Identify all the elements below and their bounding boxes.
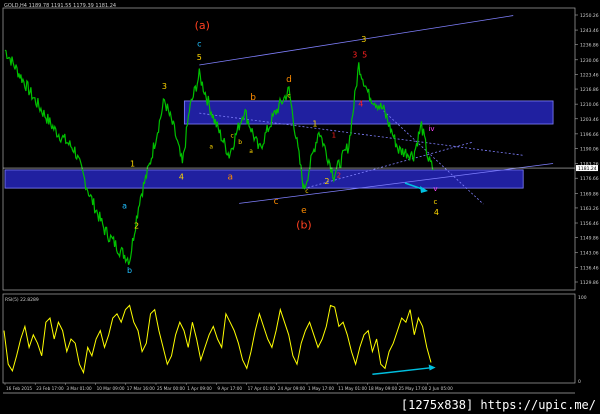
x-tick-label: 1 May 17:00 (308, 386, 334, 391)
wave-label: b (250, 93, 256, 103)
wave-label: b (127, 266, 132, 275)
wave-label: c (287, 93, 290, 100)
x-tick-label: 18 May 09:00 (368, 386, 397, 391)
wave-label: 4 (179, 173, 184, 182)
y-tick-label: 1169.86 (580, 191, 599, 197)
wave-label: 2 (134, 221, 139, 230)
y-tick-label: 1196.66 (580, 132, 599, 138)
x-tick-label: 24 Apr 09:00 (278, 386, 306, 391)
wave-label: a (249, 148, 253, 155)
wave-label: b (238, 139, 242, 146)
x-tick-label: 16 Feb 2015 (6, 386, 32, 391)
wave-label: 1 (312, 119, 317, 128)
y-tick-label: 1210.06 (580, 102, 599, 108)
y-tick-label: 1143.06 (580, 251, 599, 257)
wave-label: 3 (352, 51, 357, 60)
main-pane-frame (2, 7, 576, 291)
wave-label: 5 (362, 51, 367, 60)
y-tick-label: 1163.26 (580, 206, 599, 212)
x-tick-label: 3 Mar 01:00 (66, 386, 92, 391)
x-tick-label: 10 Mar 09:00 (97, 386, 125, 391)
y-tick-label: 1156.46 (580, 221, 599, 227)
wave-label: 2 (337, 171, 341, 179)
y-tick-label: 1136.46 (580, 265, 599, 271)
y-tick-label: 1230.06 (580, 58, 599, 64)
price-line (4, 49, 434, 265)
wave-label: iv (428, 125, 434, 133)
wave-label: (b) (296, 218, 312, 231)
x-tick-label: 11 May 01:00 (338, 386, 367, 391)
y-tick-label: 1223.46 (580, 72, 599, 78)
y-tick-label: 1190.06 (580, 147, 599, 153)
y-tick-label: 1243.46 (580, 28, 599, 34)
y-tick-label: 1250.26 (580, 13, 599, 19)
wave-label: a (209, 144, 213, 151)
x-tick-label: 23 Feb 17:00 (36, 386, 64, 391)
rsi-label: RSI(5) 22.8289 (5, 297, 39, 303)
x-tick-label: 2 Jun 05:00 (429, 386, 453, 391)
wave-label: 5 (197, 53, 202, 62)
y-tick-label: 1176.66 (580, 176, 599, 182)
wave-label: 1 (332, 132, 336, 140)
x-tick-label: 1 Apr 09:00 (187, 386, 212, 391)
wave-label: c (434, 198, 438, 206)
x-tick-label: 17 Apr 01:00 (248, 386, 276, 391)
wave-label: c (274, 197, 279, 207)
x-tick-label: 17 Mar 16:00 (127, 386, 155, 391)
rsi-divergence-arrow (372, 366, 433, 376)
wave-label: 2 (324, 177, 329, 186)
wave-label: a (227, 173, 233, 183)
bid-label: 1181.24 (578, 166, 597, 172)
wave-label: 3 (361, 35, 366, 44)
rsi-tick-label: 0 (578, 379, 581, 385)
y-tick-label: 1203.46 (580, 117, 599, 123)
price-zone (183, 100, 554, 125)
wave-label: 3 (162, 82, 167, 91)
x-tick-label: 25 Mar 00:00 (157, 386, 185, 391)
wave-label: 4 (434, 208, 439, 217)
y-tick-label: 1149.86 (580, 236, 599, 242)
rsi-line (3, 304, 432, 375)
wave-label: 1 (130, 159, 135, 168)
watermark: [1275x838] https://upic.me/ (400, 398, 596, 412)
rsi-arrow-head (428, 364, 436, 371)
wave-label: e (301, 206, 307, 216)
x-tick-label: 25 May 17:00 (399, 386, 428, 391)
wave-label: c (305, 188, 308, 195)
wave-label: d (286, 75, 292, 85)
rsi-tick-label: 100 (578, 295, 587, 301)
wave-label: (a) (195, 19, 210, 32)
x-tick-label: 9 Apr 17:00 (217, 386, 242, 391)
wave-label: v (433, 185, 437, 193)
y-tick-label: 1216.86 (580, 87, 599, 93)
y-tick-label: 1129.86 (580, 280, 599, 286)
wave-label: a (122, 202, 127, 211)
wave-label: c (197, 40, 201, 49)
wave-label: c (231, 133, 234, 140)
wave-label: 4 (358, 99, 363, 108)
y-tick-label: 1236.86 (580, 43, 599, 49)
price-chart[interactable]: 1250.26 1243.46 1236.86 1230.06 1223.46 1216.… (0, 0, 600, 414)
